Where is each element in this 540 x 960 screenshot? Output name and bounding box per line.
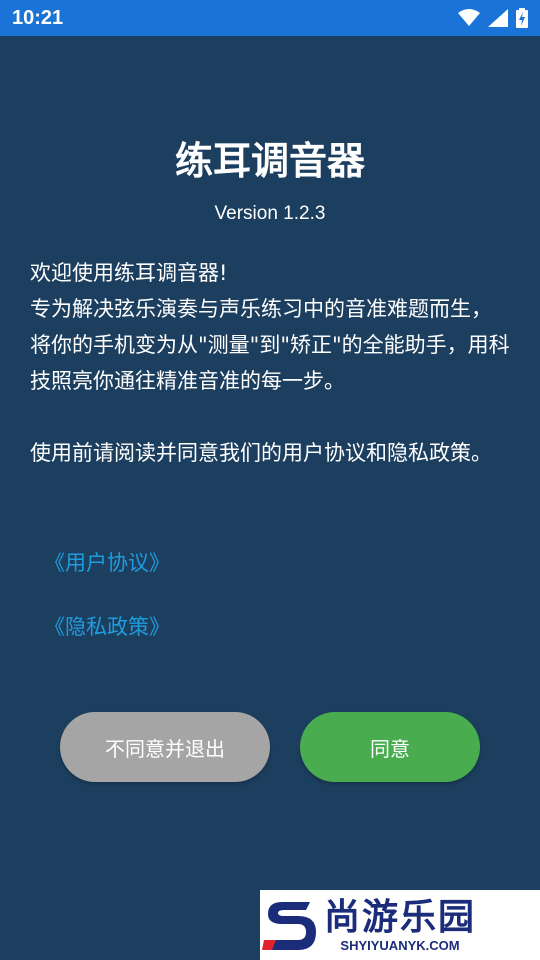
notice-text: 使用前请阅读并同意我们的用户协议和隐私政策。 <box>30 441 492 465</box>
signal-icon <box>488 9 508 27</box>
decline-exit-button[interactable]: 不同意并退出 <box>60 712 270 782</box>
status-time: 10:21 <box>12 6 64 29</box>
agreement-text: 欢迎使用练耳调音器! 专为解决弦乐演奏与声乐练习中的音准难题而生，将你的手机变为… <box>30 255 512 471</box>
status-icons <box>458 8 528 28</box>
watermark-text: 尚游乐园 SHYIYUANYK.COM <box>324 896 477 953</box>
privacy-policy-link[interactable]: 《隐私政策》 <box>44 611 170 641</box>
version-label: Version 1.2.3 <box>214 203 326 224</box>
user-agreement-link[interactable]: 《用户协议》 <box>44 547 170 577</box>
watermark-logo-icon <box>260 890 320 960</box>
watermark-url: SHYIYUANYK.COM <box>340 937 460 953</box>
description-text: 专为解决弦乐演奏与声乐练习中的音准难题而生，将你的手机变为从"测量"到"矫正"的… <box>30 297 510 393</box>
accept-button[interactable]: 同意 <box>300 712 480 782</box>
watermark-name: 尚游乐园 <box>324 896 477 938</box>
app-title: 练耳调音器 <box>174 139 365 183</box>
watermark: 尚游乐园 SHYIYUANYK.COM <box>260 890 540 960</box>
wifi-icon <box>458 9 480 26</box>
battery-charging-icon <box>516 8 528 28</box>
welcome-text: 欢迎使用练耳调音器! <box>30 261 228 285</box>
status-bar: 10:21 <box>0 0 540 36</box>
